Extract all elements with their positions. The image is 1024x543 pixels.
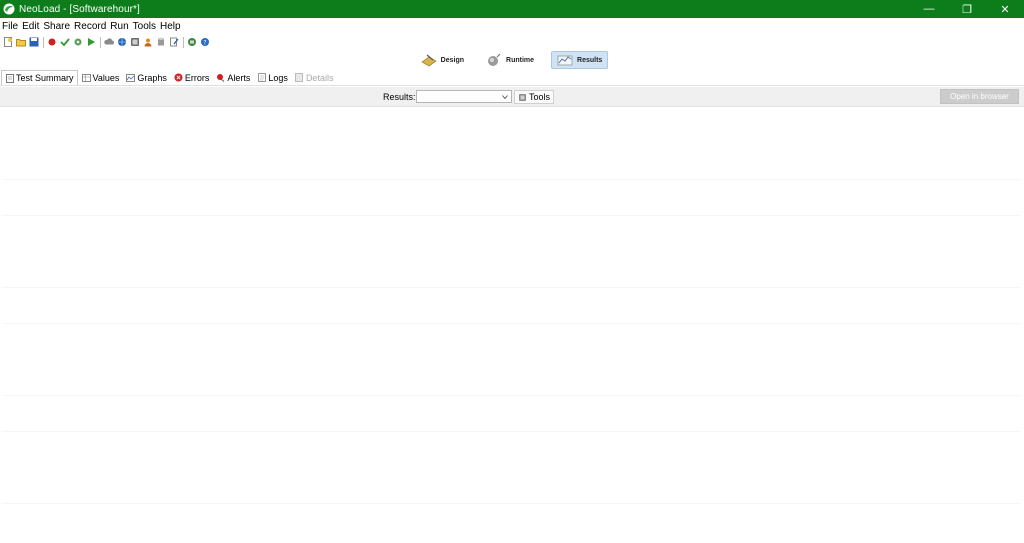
results-icon	[557, 55, 573, 66]
chevron-down-icon	[502, 95, 508, 100]
tab-label: Graphs	[137, 72, 167, 83]
neoload-logo-icon	[3, 3, 15, 15]
save-icon[interactable]	[28, 37, 39, 48]
runtime-icon	[488, 53, 501, 66]
user-icon[interactable]	[142, 37, 153, 48]
tab-label: Test Summary	[16, 73, 74, 83]
content-divider	[2, 431, 1020, 432]
tab-values[interactable]: Values	[79, 70, 123, 85]
menu-edit[interactable]: Edit	[22, 21, 39, 32]
cloud-icon[interactable]	[103, 37, 114, 48]
help-icon[interactable]: ?	[199, 37, 210, 48]
runtime-perspective-button[interactable]: Runtime	[481, 51, 539, 69]
results-label: Results	[577, 56, 603, 64]
tab-label: Logs	[268, 72, 288, 83]
title-bar: NeoLoad - [Softwarehour*] — ❐ ✕	[0, 0, 1024, 18]
content-divider	[2, 215, 1020, 216]
toolbar-separator	[43, 36, 44, 48]
menu-bar: File Edit Share Record Run Tools Help	[0, 18, 1024, 34]
tab-test-summary[interactable]: Test Summary	[1, 70, 78, 85]
open-in-browser-button[interactable]: Open in browser	[940, 89, 1019, 104]
restore-button[interactable]: ❐	[948, 0, 986, 18]
close-button[interactable]: ✕	[986, 0, 1024, 18]
content-divider	[2, 395, 1020, 396]
toolbar-separator	[100, 36, 101, 48]
tab-label: Values	[92, 72, 120, 83]
tab-graphs[interactable]: Graphs	[123, 70, 170, 85]
document-icon	[5, 73, 14, 83]
cylinder-icon[interactable]	[155, 37, 166, 48]
tools-label: Tools	[529, 92, 551, 102]
main-toolbar: ?	[0, 34, 1024, 50]
design-label: Design	[440, 56, 465, 64]
details-icon	[295, 73, 304, 82]
tools-button[interactable]: Tools	[514, 90, 554, 104]
runtime-label: Runtime	[506, 56, 535, 64]
menu-run[interactable]: Run	[110, 21, 128, 32]
content-divider	[2, 503, 1020, 504]
tab-logs[interactable]: Logs	[254, 70, 291, 85]
tab-errors[interactable]: Errors	[171, 70, 213, 85]
toolbar-separator	[183, 36, 184, 48]
record-icon[interactable]	[46, 37, 57, 48]
results-dropdown[interactable]	[416, 90, 512, 103]
menu-record[interactable]: Record	[74, 21, 106, 32]
load-generator-icon[interactable]	[186, 37, 197, 48]
error-icon	[174, 73, 183, 82]
content-divider	[2, 179, 1020, 180]
edit-icon[interactable]	[168, 37, 179, 48]
tab-details: Details	[292, 70, 337, 85]
run-icon[interactable]	[85, 37, 96, 48]
results-perspective-button[interactable]: Results	[551, 51, 609, 69]
svg-text:?: ?	[203, 40, 206, 47]
menu-share[interactable]: Share	[43, 21, 70, 32]
content-divider	[2, 287, 1020, 288]
design-perspective-button[interactable]: Design	[416, 51, 469, 69]
menu-file[interactable]: File	[2, 21, 18, 32]
tools-icon	[519, 93, 526, 101]
menu-tools[interactable]: Tools	[133, 21, 156, 32]
test-summary-content	[0, 107, 1024, 543]
new-project-icon[interactable]	[2, 37, 13, 48]
monitor-icon[interactable]	[129, 37, 140, 48]
results-label: Results:	[383, 92, 416, 102]
tab-alerts[interactable]: Alerts	[213, 70, 253, 85]
perspective-switcher: Design Runtime Results	[0, 50, 1024, 70]
content-divider	[2, 323, 1020, 324]
window-title: NeoLoad - [Softwarehour*]	[19, 3, 140, 15]
settings-icon[interactable]	[72, 37, 83, 48]
minimize-button[interactable]: —	[910, 0, 948, 18]
results-selector-bar: Results: Tools Open in browser	[0, 87, 1024, 107]
tab-label: Alerts	[227, 72, 251, 83]
table-icon	[81, 73, 91, 82]
log-icon	[257, 73, 266, 82]
globe-icon[interactable]	[116, 37, 127, 48]
graph-icon	[126, 73, 136, 82]
tab-label: Details	[305, 72, 334, 83]
alert-icon	[216, 73, 225, 82]
check-icon[interactable]	[59, 37, 70, 48]
results-tabs: Test Summary Values Graphs Errors Alerts…	[0, 70, 1024, 86]
open-project-icon[interactable]	[15, 37, 26, 48]
menu-help[interactable]: Help	[160, 21, 181, 32]
tab-label: Errors	[184, 72, 210, 83]
design-icon	[421, 54, 437, 67]
